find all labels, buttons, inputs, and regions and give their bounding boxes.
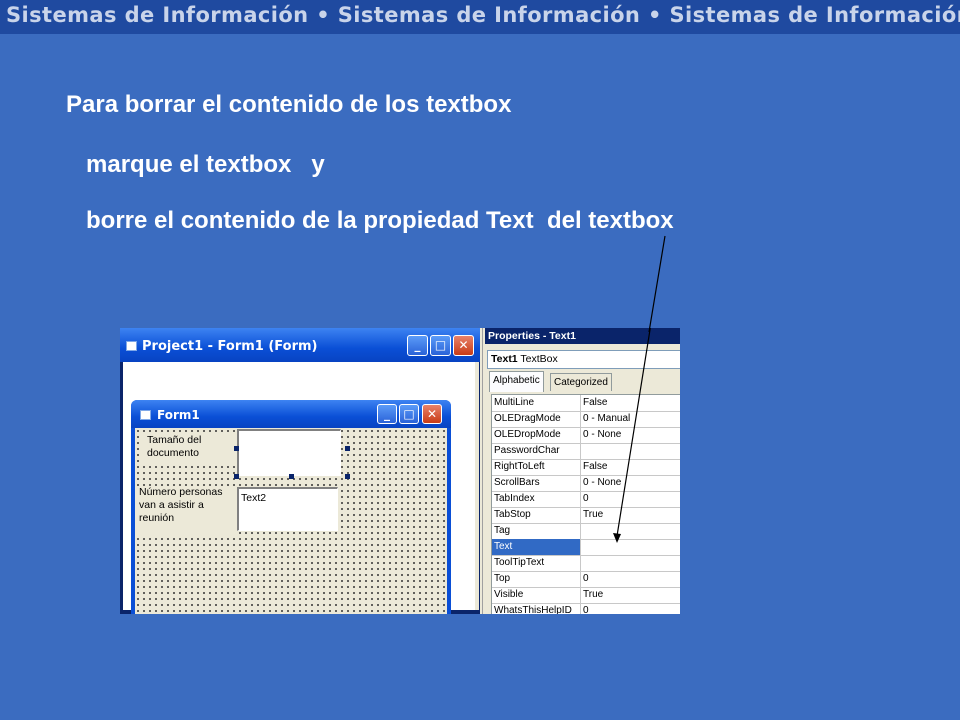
- instruction-line-3: borre el contenido de la propiedad Text …: [86, 207, 674, 234]
- header-banner: Sistemas de Información • Sistemas de In…: [0, 0, 960, 34]
- arrow-line: [616, 328, 651, 537]
- vb-screenshot: Project1 - Form1 (Form) _ □ ✕ Form1 _ □ …: [120, 328, 680, 614]
- pointer-arrow-upper: [648, 235, 666, 332]
- arrow-head: [613, 533, 621, 543]
- pointer-arrow: [613, 328, 651, 543]
- tab-alphabetic[interactable]: Alphabetic: [489, 371, 544, 392]
- arrow-line-upper: [648, 235, 666, 332]
- banner-text: Sistemas de Información • Sistemas de In…: [6, 3, 960, 27]
- instruction-line-2: marque el textbox y: [86, 151, 325, 178]
- instruction-line-1: Para borrar el contenido de los textbox: [66, 91, 512, 118]
